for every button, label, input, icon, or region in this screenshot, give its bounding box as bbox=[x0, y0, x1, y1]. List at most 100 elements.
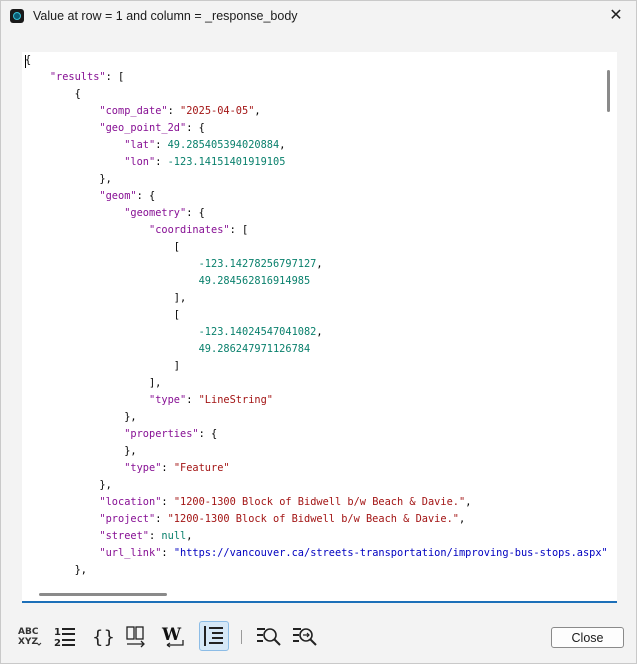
vertical-scrollbar[interactable] bbox=[607, 70, 610, 112]
code-token: }, bbox=[25, 411, 137, 423]
code-line: ], bbox=[25, 375, 608, 392]
braces-icon[interactable]: {} bbox=[87, 622, 115, 650]
code-line: "results": [ bbox=[25, 69, 608, 86]
code-line: "comp_date": "2025-04-05", bbox=[25, 103, 608, 120]
word-wrap-icon[interactable]: W bbox=[161, 622, 189, 650]
svg-text:XYZ: XYZ bbox=[18, 637, 38, 647]
code-line: ] bbox=[25, 358, 608, 375]
find-replace-icon[interactable] bbox=[291, 622, 319, 650]
code-line: }, bbox=[25, 409, 608, 426]
code-token: "2025-04-05" bbox=[180, 105, 255, 117]
horizontal-scroll-area bbox=[22, 586, 617, 602]
code-token: }, bbox=[25, 445, 137, 457]
code-line: "url_link": "https://vancouver.ca/street… bbox=[25, 545, 607, 562]
code-token: : bbox=[167, 105, 181, 117]
code-line: "lon": -123.14151401919105 bbox=[25, 154, 608, 171]
code-line: "type": "Feature" bbox=[25, 460, 608, 477]
code-token: : [ bbox=[105, 71, 125, 83]
code-line: "type": "LineString" bbox=[25, 392, 608, 409]
code-token: [ bbox=[25, 241, 180, 253]
code-token: : bbox=[155, 139, 168, 151]
code-line: "lat": 49.285405394020884, bbox=[25, 137, 608, 154]
json-editor[interactable]: { "results": [ { "comp_date": "2025-04-0… bbox=[22, 52, 617, 586]
code-token: ], bbox=[25, 377, 162, 389]
code-line: [ bbox=[25, 239, 608, 256]
code-token: "project" bbox=[99, 513, 156, 525]
code-token: : bbox=[186, 394, 199, 406]
line-numbers-icon[interactable]: 1 2 bbox=[51, 622, 79, 650]
spell-check-icon[interactable]: ABC XYZ bbox=[15, 622, 43, 650]
find-icon[interactable] bbox=[255, 622, 283, 650]
code-line: }, bbox=[25, 562, 608, 579]
code-line: }, bbox=[25, 477, 608, 494]
code-token: : [ bbox=[229, 224, 249, 236]
code-token: { bbox=[25, 88, 81, 100]
code-token: "results" bbox=[49, 71, 106, 83]
code-token: 49.285405394020884 bbox=[167, 139, 280, 151]
code-token: : bbox=[161, 547, 174, 559]
code-token: : bbox=[155, 513, 168, 525]
code-token: "Feature" bbox=[173, 462, 230, 474]
svg-text:ABC: ABC bbox=[18, 627, 39, 637]
app-icon bbox=[10, 9, 24, 23]
code-line: "coordinates": [ bbox=[25, 222, 608, 239]
code-token: : bbox=[155, 156, 168, 168]
code-token: : bbox=[161, 462, 174, 474]
svg-text:2: 2 bbox=[54, 638, 61, 648]
code-token: , bbox=[458, 513, 466, 525]
code-token: "comp_date" bbox=[99, 105, 168, 117]
code-token: "geometry" bbox=[124, 207, 187, 219]
svg-text:{}: {} bbox=[92, 627, 114, 648]
code-token: : bbox=[149, 530, 162, 542]
code-line: { bbox=[25, 86, 608, 103]
code-token: : { bbox=[136, 190, 156, 202]
code-token: "1200-1300 Block of Bidwell b/w Beach & … bbox=[167, 513, 459, 525]
text-caret bbox=[25, 55, 26, 68]
code-content[interactable]: { "results": [ { "comp_date": "2025-04-0… bbox=[25, 52, 608, 579]
code-line: [ bbox=[25, 307, 608, 324]
code-line: "properties": { bbox=[25, 426, 608, 443]
horizontal-scrollbar[interactable] bbox=[39, 593, 167, 596]
close-icon[interactable]: ✕ bbox=[606, 6, 626, 26]
editor-focus-underline bbox=[22, 601, 617, 603]
value-viewer-window: Value at row = 1 and column = _response_… bbox=[0, 0, 637, 664]
code-token: -123.14151401919105 bbox=[167, 156, 286, 168]
code-token: "1200-1300 Block of Bidwell b/w Beach & … bbox=[173, 496, 466, 508]
code-token: , bbox=[254, 105, 261, 117]
code-token: 49.286247971126784 bbox=[198, 343, 311, 355]
code-token: "street" bbox=[99, 530, 150, 542]
code-token: [ bbox=[25, 309, 180, 321]
code-token: : bbox=[161, 496, 174, 508]
code-token: , bbox=[279, 139, 286, 151]
close-button[interactable]: Close bbox=[551, 627, 624, 648]
toolbar-separator bbox=[241, 630, 242, 644]
code-token: , bbox=[316, 326, 323, 338]
code-token: "type" bbox=[149, 394, 187, 406]
code-token: }, bbox=[25, 173, 112, 185]
code-line: "location": "1200-1300 Block of Bidwell … bbox=[25, 494, 608, 511]
code-token: -123.14024547041082 bbox=[198, 326, 317, 338]
code-line: "geometry": { bbox=[25, 205, 608, 222]
code-token: "location" bbox=[99, 496, 162, 508]
svg-text:1: 1 bbox=[54, 627, 61, 638]
code-token: "coordinates" bbox=[149, 224, 230, 236]
format-icon[interactable] bbox=[199, 621, 229, 651]
code-token: "lat" bbox=[124, 139, 156, 151]
code-token: ], bbox=[25, 292, 187, 304]
code-token: "LineString" bbox=[198, 394, 274, 406]
compare-icon[interactable] bbox=[123, 622, 151, 650]
code-line: -123.14024547041082, bbox=[25, 324, 608, 341]
